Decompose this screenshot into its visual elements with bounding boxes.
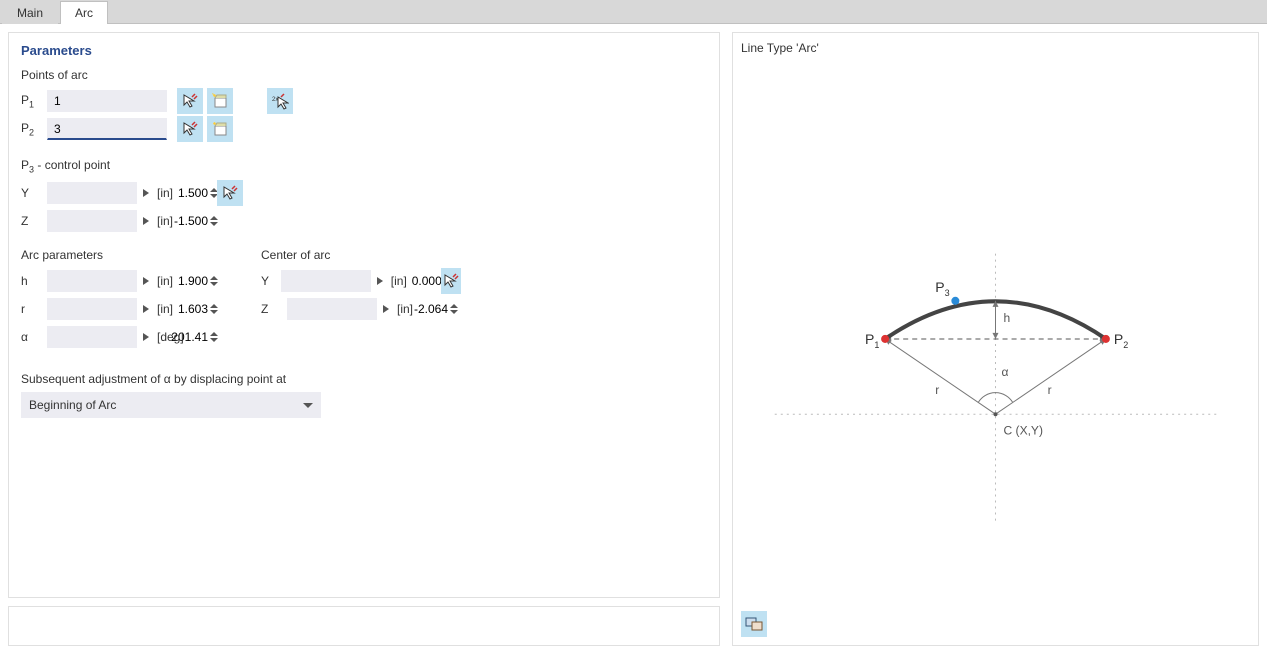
chevron-down-icon: [303, 403, 313, 408]
p1-label: P1: [21, 93, 47, 109]
pick-center-button[interactable]: [441, 268, 461, 294]
center-z-label: Z: [261, 302, 287, 316]
pick-two-points-button[interactable]: 2x: [267, 88, 293, 114]
alpha-input[interactable]: [51, 329, 210, 345]
p3-z-input-wrap: [47, 210, 137, 232]
p2-row: P2: [21, 116, 707, 142]
preview-panel: Line Type 'Arc': [732, 32, 1259, 646]
r-play-button[interactable]: [143, 305, 149, 313]
adjustment-select[interactable]: Beginning of Arc: [21, 392, 321, 418]
pick-p3-button[interactable]: [217, 180, 243, 206]
svg-text:2x: 2x: [272, 97, 278, 103]
alpha-spinner[interactable]: [210, 326, 218, 348]
svg-text:P1: P1: [865, 331, 879, 350]
h-unit: [in]: [157, 274, 173, 288]
pick-point-p2-button[interactable]: [177, 116, 203, 142]
p2-label: P2: [21, 121, 47, 137]
parameters-panel: Parameters Points of arc P1 2x P2: [8, 32, 720, 598]
svg-text:α: α: [1002, 365, 1009, 379]
alpha-label: α: [21, 330, 47, 344]
p3-z-label: Z: [21, 214, 47, 228]
center-of-arc-col: Center of arc Y [in] Z: [261, 244, 461, 352]
left-column: Parameters Points of arc P1 2x P2: [8, 32, 720, 646]
h-input[interactable]: [51, 273, 210, 289]
arc-parameters-col: Arc parameters h [in] r [in] α: [21, 244, 221, 352]
tab-main[interactable]: Main: [2, 1, 58, 24]
svg-text:C (X,Y): C (X,Y): [1004, 423, 1043, 437]
footer-panel: [8, 606, 720, 646]
p3-z-row: Z [in]: [21, 208, 707, 234]
p3-control-label: P3 - control point: [21, 158, 707, 174]
h-label: h: [21, 274, 47, 288]
parameters-title: Parameters: [21, 43, 707, 58]
svg-text:h: h: [1004, 311, 1011, 325]
r-unit: [in]: [157, 302, 173, 316]
p3-z-unit: [in]: [157, 214, 173, 228]
svg-text:r: r: [935, 383, 939, 397]
p1-input[interactable]: [47, 90, 167, 112]
center-of-arc-label: Center of arc: [261, 248, 461, 262]
alpha-play-button[interactable]: [143, 333, 149, 341]
p3-y-unit: [in]: [157, 186, 173, 200]
tab-bar: Main Arc: [0, 0, 1267, 24]
center-y-input[interactable]: [285, 273, 444, 289]
p3-y-input[interactable]: [51, 185, 210, 201]
p3-y-input-wrap: [47, 182, 137, 204]
center-z-unit: [in]: [397, 302, 413, 316]
h-play-button[interactable]: [143, 277, 149, 285]
svg-text:P2: P2: [1114, 331, 1128, 350]
display-settings-button[interactable]: [741, 611, 767, 637]
new-point-p2-button[interactable]: [207, 116, 233, 142]
preview-title: Line Type 'Arc': [741, 41, 1250, 55]
content: Parameters Points of arc P1 2x P2: [0, 24, 1267, 654]
center-z-spinner[interactable]: [450, 298, 458, 320]
r-label: r: [21, 302, 47, 316]
adjustment-value: Beginning of Arc: [29, 398, 116, 412]
center-z-input[interactable]: [291, 301, 450, 317]
r-spinner[interactable]: [210, 298, 218, 320]
p3-y-play-button[interactable]: [143, 189, 149, 197]
svg-text:r: r: [1048, 383, 1052, 397]
center-y-play-button[interactable]: [377, 277, 383, 285]
arc-diagram: P1 P2 P3 h r r α C (X,Y): [733, 63, 1258, 645]
points-of-arc-label: Points of arc: [21, 68, 707, 82]
pick-point-p1-button[interactable]: [177, 88, 203, 114]
arc-center-columns: Arc parameters h [in] r [in] α: [21, 244, 707, 352]
arc-parameters-label: Arc parameters: [21, 248, 221, 262]
svg-text:P3: P3: [935, 279, 949, 298]
p3-y-label: Y: [21, 186, 47, 200]
center-z-play-button[interactable]: [383, 305, 389, 313]
center-y-label: Y: [261, 274, 281, 288]
center-y-unit: [in]: [391, 274, 407, 288]
r-input[interactable]: [51, 301, 210, 317]
p1-row: P1 2x: [21, 88, 707, 114]
adjustment-label: Subsequent adjustment of α by displacing…: [21, 372, 707, 386]
new-point-p1-button[interactable]: [207, 88, 233, 114]
p3-z-spinner[interactable]: [210, 210, 218, 232]
tab-arc[interactable]: Arc: [60, 1, 108, 24]
p3-z-play-button[interactable]: [143, 217, 149, 225]
p3-y-row: Y [in]: [21, 180, 707, 206]
p2-input[interactable]: [47, 118, 167, 140]
alpha-unit: [deg]: [157, 330, 184, 344]
h-spinner[interactable]: [210, 270, 218, 292]
p3-z-input[interactable]: [51, 213, 210, 229]
